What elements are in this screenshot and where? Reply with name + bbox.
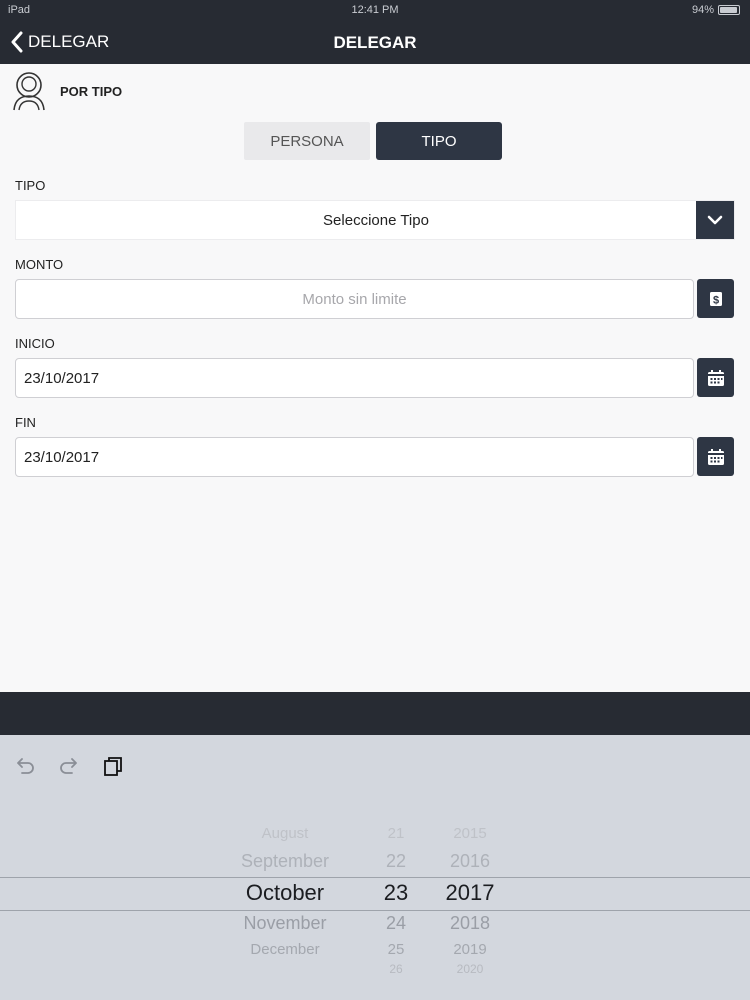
date-picker-wheel: August September October November Decemb… — [0, 795, 750, 1000]
undo-icon[interactable] — [14, 755, 36, 777]
status-bar: iPad 12:41 PM 94% — [0, 0, 750, 22]
inicio-date-input[interactable]: 23/10/2017 — [15, 358, 694, 398]
monto-label: MONTO — [15, 257, 64, 272]
chevron-down-icon — [707, 215, 723, 225]
picker-day-option: 25 — [387, 941, 405, 958]
calendar-icon — [707, 448, 724, 465]
month-wheel[interactable]: August September October November Decemb… — [220, 795, 350, 1000]
date-picker-panel: August September October November Decemb… — [0, 735, 750, 1000]
battery-indicator: 94% — [692, 4, 740, 16]
status-time: 12:41 PM — [351, 4, 399, 16]
navigation-bar: DELEGAR DELEGAR — [0, 22, 750, 64]
picker-year-option: 2018 — [449, 913, 491, 933]
inicio-label: INICIO — [15, 336, 55, 351]
tipo-dropdown-button[interactable] — [696, 201, 734, 239]
tipo-select[interactable]: Seleccione Tipo — [15, 200, 735, 240]
segment-tipo[interactable]: TIPO — [376, 122, 502, 160]
section-title: POR TIPO — [60, 83, 123, 99]
user-outline-icon — [13, 72, 45, 111]
edit-toolbar — [14, 755, 124, 777]
fin-label: FIN — [15, 415, 36, 430]
type-segmented-control: PERSONA TIPO — [244, 122, 502, 160]
picker-year-option: 2020 — [456, 962, 484, 976]
paste-icon[interactable] — [102, 755, 124, 777]
dollar-icon: $ — [709, 291, 722, 306]
battery-icon — [718, 5, 740, 15]
battery-percent: 94% — [691, 4, 714, 16]
calendar-icon — [707, 369, 724, 386]
redo-icon[interactable] — [58, 755, 80, 777]
section-header: POR TIPO — [10, 70, 122, 112]
picker-month-option: September — [240, 851, 330, 871]
picker-month-option: December — [250, 941, 320, 958]
segment-persona[interactable]: PERSONA — [244, 122, 370, 160]
inicio-calendar-button[interactable] — [697, 358, 734, 397]
fin-calendar-button[interactable] — [697, 437, 734, 476]
picker-year-option: 2019 — [453, 941, 487, 958]
tipo-label: TIPO — [15, 178, 46, 193]
picker-month-selected: October — [245, 880, 325, 905]
page-title: DELEGAR — [333, 33, 417, 52]
monto-input[interactable]: Monto sin limite — [15, 279, 694, 319]
keyboard-accessory-bar — [0, 692, 750, 735]
year-wheel[interactable]: 2015 2016 2017 2018 2019 2020 — [436, 795, 504, 1000]
tipo-select-value: Seleccione Tipo — [323, 211, 429, 229]
picker-year-selected: 2017 — [445, 880, 495, 905]
monto-currency-button[interactable]: $ — [697, 279, 734, 318]
picker-day-selected: 23 — [383, 880, 409, 905]
picker-day-option: 21 — [387, 825, 405, 842]
picker-year-option: 2016 — [449, 851, 491, 871]
picker-year-option: 2015 — [453, 825, 487, 842]
picker-day-option: 24 — [385, 913, 407, 933]
picker-month-option: November — [243, 913, 327, 933]
day-wheel[interactable]: 21 22 23 24 25 26 — [370, 795, 422, 1000]
picker-day-option: 26 — [389, 962, 403, 976]
svg-text:$: $ — [712, 294, 718, 306]
fin-date-input[interactable]: 23/10/2017 — [15, 437, 694, 477]
picker-month-option: August — [261, 825, 309, 842]
picker-day-option: 22 — [385, 851, 407, 871]
